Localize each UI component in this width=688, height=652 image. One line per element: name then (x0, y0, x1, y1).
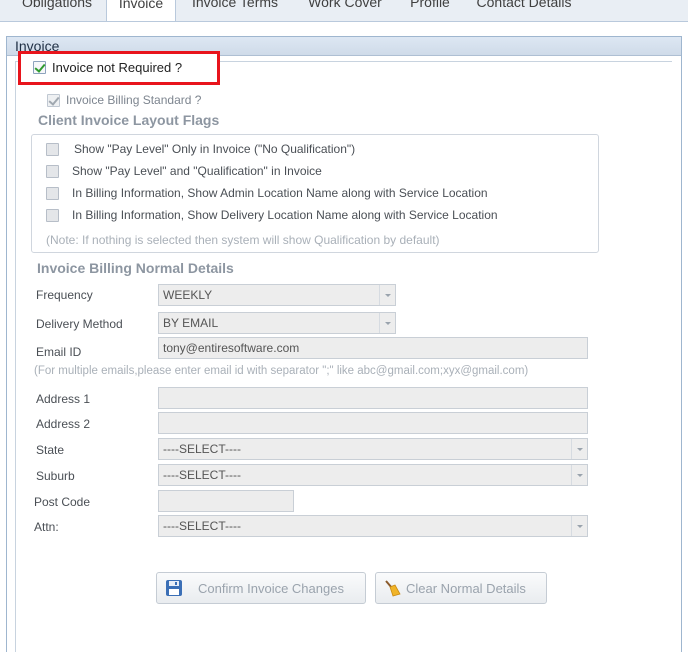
frequency-label: Frequency (36, 288, 93, 302)
invoice-not-required-checkbox[interactable] (33, 61, 46, 74)
broom-icon (383, 579, 401, 597)
attn-label: Attn: (34, 520, 59, 534)
suburb-select[interactable]: ----SELECT---- (158, 464, 588, 486)
flag-pay-level-only-label: Show "Pay Level" Only in Invoice ("No Qu… (74, 142, 356, 156)
chevron-down-icon (571, 439, 587, 459)
chevron-down-icon (571, 516, 587, 536)
email-value: tony@entiresoftware.com (163, 341, 300, 355)
address2-label: Address 2 (36, 417, 91, 431)
flag-admin-location-checkbox[interactable] (46, 187, 59, 200)
clear-button-label: Clear Normal Details (406, 581, 526, 596)
chevron-down-icon (379, 313, 395, 333)
tab-invoice[interactable]: Invoice (106, 0, 176, 21)
postcode-field[interactable] (158, 490, 294, 512)
address1-field[interactable] (158, 387, 588, 409)
billing-standard-checkbox[interactable] (47, 94, 60, 107)
clear-normal-details-button[interactable]: Clear Normal Details (375, 572, 547, 604)
suburb-label: Suburb (36, 469, 75, 483)
delivery-method-value: BY EMAIL (163, 316, 219, 330)
flag-delivery-location-label: In Billing Information, Show Delivery Lo… (72, 208, 498, 222)
tab-invoice-terms[interactable]: Invoice Terms (186, 0, 284, 20)
frequency-select[interactable]: WEEKLY (158, 284, 396, 306)
billing-standard-label: Invoice Billing Standard ? (66, 93, 202, 107)
email-label: Email ID (36, 345, 82, 359)
tab-profile[interactable]: Profile (405, 0, 455, 20)
tab-work-cover[interactable]: Work Cover (302, 0, 388, 20)
confirm-invoice-changes-button[interactable]: Confirm Invoice Changes (156, 572, 366, 604)
chevron-down-icon (571, 465, 587, 485)
delivery-method-select[interactable]: BY EMAIL (158, 312, 396, 334)
floppy-disk-icon (165, 579, 183, 597)
email-field[interactable]: tony@entiresoftware.com (158, 337, 588, 359)
address2-field[interactable] (158, 412, 588, 434)
layout-flags-title: Client Invoice Layout Flags (38, 112, 220, 128)
address1-label: Address 1 (36, 392, 91, 406)
tab-contact-details[interactable]: Contact Details (471, 0, 577, 20)
flag-pay-level-qualification-label: Show "Pay Level" and "Qualification" in … (72, 164, 322, 178)
flag-pay-level-qualification-checkbox[interactable] (46, 165, 59, 178)
confirm-button-label: Confirm Invoice Changes (198, 581, 344, 596)
delivery-method-label: Delivery Method (36, 317, 123, 331)
state-label: State (36, 443, 65, 457)
layout-flags-note: (Note: If nothing is selected then syste… (46, 233, 440, 247)
suburb-value: ----SELECT---- (163, 468, 241, 482)
flag-pay-level-only-checkbox[interactable] (46, 143, 59, 156)
tab-obligations[interactable]: Obligations (19, 0, 95, 20)
email-hint: (For multiple emails,please enter email … (34, 365, 529, 377)
flag-delivery-location-checkbox[interactable] (46, 209, 59, 222)
invoice-not-required-label: Invoice not Required ? (52, 60, 183, 75)
flag-admin-location-label: In Billing Information, Show Admin Locat… (72, 186, 488, 200)
billing-details-title: Invoice Billing Normal Details (37, 260, 234, 276)
postcode-label: Post Code (34, 495, 91, 509)
state-select[interactable]: ----SELECT---- (158, 438, 588, 460)
attn-value: ----SELECT---- (163, 519, 241, 533)
chevron-down-icon (379, 285, 395, 305)
frequency-value: WEEKLY (163, 288, 213, 302)
state-value: ----SELECT---- (163, 442, 241, 456)
attn-select[interactable]: ----SELECT---- (158, 515, 588, 537)
tab-bar: Obligations Invoice Invoice Terms Work C… (0, 0, 688, 22)
